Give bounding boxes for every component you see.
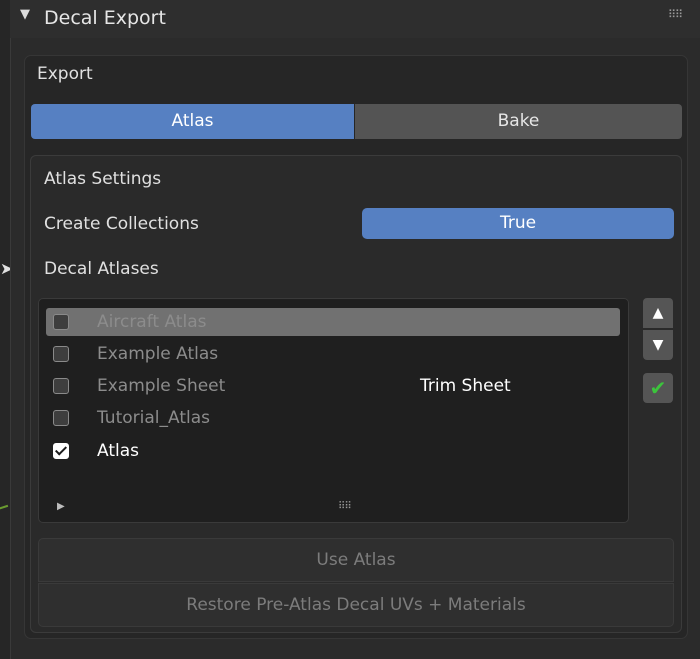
list-item[interactable]: Example Atlas [46, 338, 620, 370]
viewport-edge [0, 0, 10, 659]
list-item[interactable]: Atlas [46, 435, 620, 467]
list-item-name: Aircraft Atlas [97, 312, 207, 332]
decal-atlases-label: Decal Atlases [44, 259, 159, 279]
use-atlas-button[interactable]: Use Atlas [38, 538, 674, 582]
move-down-icon[interactable]: ▼ [643, 330, 673, 360]
list-item-name: Example Atlas [97, 344, 219, 364]
checkmark-icon[interactable]: ✔ [643, 373, 673, 403]
checkbox[interactable] [53, 346, 69, 362]
checkbox[interactable] [53, 378, 69, 394]
move-up-icon[interactable]: ▲ [643, 298, 673, 328]
list-resize-grip-icon[interactable]: ⠿⠿ [338, 502, 352, 512]
create-collections-toggle[interactable]: True [362, 208, 674, 239]
collapse-triangle-icon[interactable]: ▼ [20, 8, 34, 22]
drag-grip-icon[interactable]: ⠿⠿ [668, 9, 690, 20]
list-item-name: Example Sheet [97, 376, 226, 396]
expand-arrow-icon[interactable]: ▶ [57, 501, 65, 513]
create-collections-label: Create Collections [44, 214, 199, 234]
tab-bake[interactable]: Bake [355, 104, 682, 139]
list-item-name: Tutorial_Atlas [97, 408, 210, 428]
tab-atlas[interactable]: Atlas [31, 104, 354, 139]
cursor-icon: ➤ [0, 259, 10, 278]
list-item[interactable]: Tutorial_Atlas [46, 402, 620, 434]
list-item-name: Atlas [97, 441, 139, 461]
checkbox[interactable] [53, 314, 69, 330]
checkbox[interactable] [53, 410, 69, 426]
checkbox-checked[interactable] [53, 443, 69, 459]
panel-title: Decal Export [44, 7, 166, 29]
export-label: Export [37, 64, 93, 84]
list-item-type: Trim Sheet [420, 376, 511, 396]
restore-button[interactable]: Restore Pre-Atlas Decal UVs + Materials [38, 583, 674, 627]
list-item[interactable]: Aircraft Atlas [46, 306, 620, 338]
list-item[interactable]: Example Sheet Trim Sheet [46, 370, 620, 402]
atlas-settings-label: Atlas Settings [44, 169, 162, 189]
